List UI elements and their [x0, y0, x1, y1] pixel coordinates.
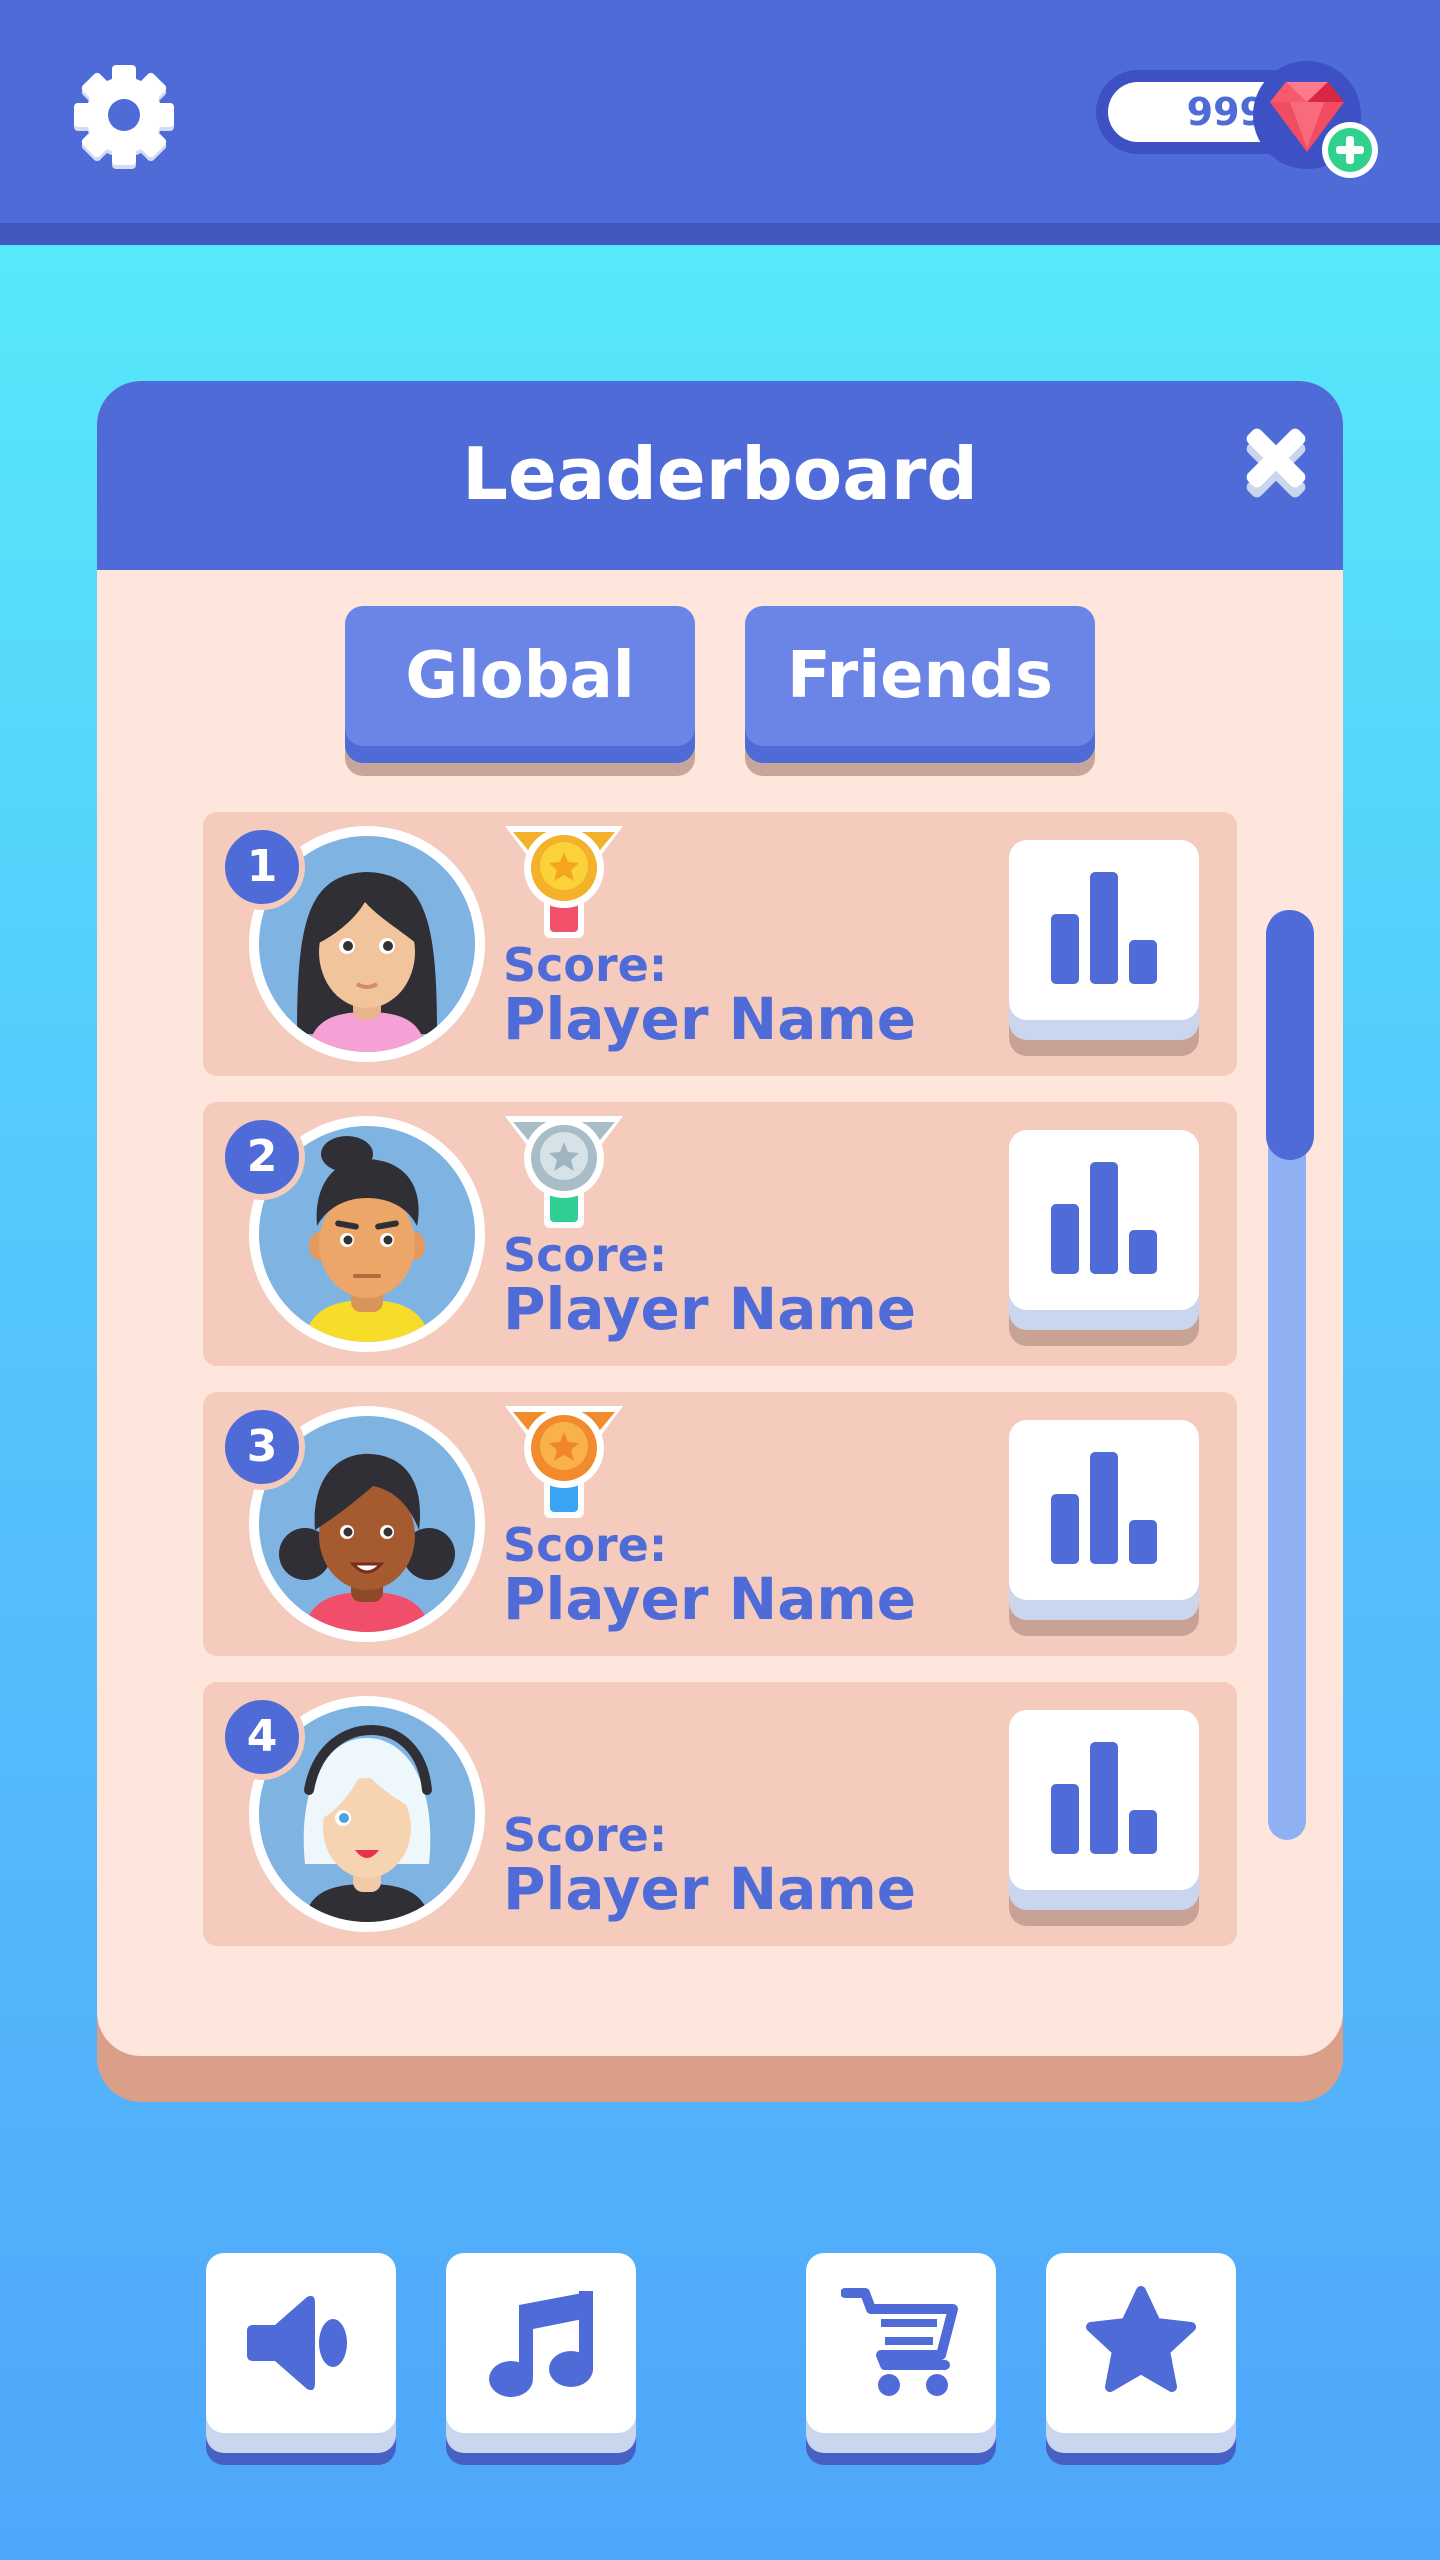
player-name: Player Name: [503, 1565, 917, 1633]
gold-medal-icon: [505, 826, 623, 938]
music-icon: [489, 2291, 593, 2397]
panel-header: Leaderboard: [97, 381, 1343, 570]
stats-button[interactable]: [1009, 840, 1199, 1056]
sound-button[interactable]: [206, 2253, 396, 2465]
music-button[interactable]: [446, 2253, 636, 2465]
player-name: Player Name: [503, 1275, 917, 1343]
leaderboard-row: 4 Score: Player Name: [203, 1682, 1237, 1946]
stats-button[interactable]: [1009, 1130, 1199, 1346]
stats-button[interactable]: [1009, 1710, 1199, 1926]
shop-button[interactable]: [806, 2253, 996, 2465]
bronze-medal-icon: [505, 1406, 623, 1518]
silver-medal-icon: [505, 1116, 623, 1228]
gear-icon[interactable]: [68, 57, 180, 169]
tab-friends[interactable]: Friends: [745, 606, 1095, 776]
tab-friends-label: Friends: [745, 606, 1095, 746]
leaderboard-row: 1 Score: Player Name: [203, 812, 1237, 1076]
score-label: Score:: [503, 1518, 668, 1572]
bar-chart-icon: [1051, 1742, 1157, 1854]
cart-icon: [841, 2288, 958, 2396]
plus-icon[interactable]: [1320, 120, 1380, 180]
score-label: Score:: [503, 1228, 668, 1282]
close-icon[interactable]: [1238, 418, 1314, 508]
page-title: Leaderboard: [462, 432, 978, 516]
rank-badge: 4: [219, 1694, 305, 1780]
player-name: Player Name: [503, 985, 917, 1053]
bar-chart-icon: [1051, 872, 1157, 984]
rank-badge: 2: [219, 1114, 305, 1200]
favorites-button[interactable]: [1046, 2253, 1236, 2465]
player-name: Player Name: [503, 1855, 917, 1923]
score-label: Score:: [503, 1808, 668, 1862]
sound-icon: [247, 2295, 347, 2391]
leaderboard-row: 2 Score: Player Name: [203, 1102, 1237, 1366]
gem-count: 999: [1186, 90, 1266, 134]
scrollbar-thumb[interactable]: [1266, 910, 1314, 1160]
bar-chart-icon: [1051, 1162, 1157, 1274]
rank-badge: 3: [219, 1404, 305, 1490]
tab-global-label: Global: [345, 606, 695, 746]
stats-button[interactable]: [1009, 1420, 1199, 1636]
score-label: Score:: [503, 938, 668, 992]
leaderboard-row: 3 Score: Player Name: [203, 1392, 1237, 1656]
star-icon: [1086, 2286, 1196, 2392]
bar-chart-icon: [1051, 1452, 1157, 1564]
tab-global[interactable]: Global: [345, 606, 695, 776]
rank-badge: 1: [219, 824, 305, 910]
